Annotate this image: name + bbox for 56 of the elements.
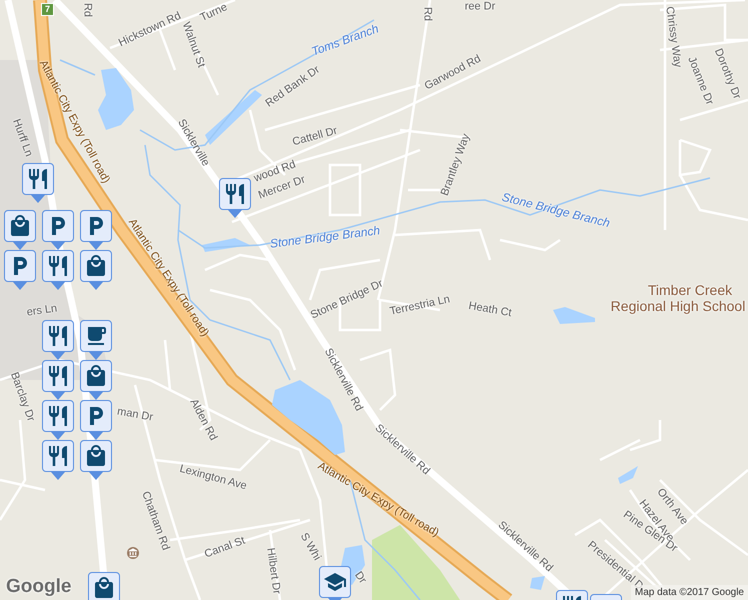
- fork-knife-icon: [46, 404, 70, 428]
- street-label: Heath Ct: [468, 300, 512, 320]
- street-label: Alden Rd: [188, 397, 218, 443]
- parking-marker[interactable]: [42, 210, 74, 250]
- shopping-bag-icon: [84, 364, 108, 388]
- fork-knife-icon: [46, 364, 70, 388]
- parking-marker[interactable]: [80, 210, 112, 250]
- fork-knife-icon: [26, 167, 50, 191]
- street-label: Joanne Dr: [685, 55, 715, 107]
- water-label: Stone Bridge Branch: [269, 224, 381, 250]
- street-label: Barclay Dr: [8, 371, 36, 423]
- street-label: man Dr: [116, 406, 154, 424]
- street-label: ers Ln: [26, 303, 58, 319]
- water-label: Toms Branch: [310, 22, 380, 58]
- street-label: Stone Bridge Dr: [309, 278, 385, 322]
- fork-knife-icon: [46, 324, 70, 348]
- shopping-marker[interactable]: [80, 440, 112, 480]
- pond: [202, 238, 250, 252]
- fork-knife-icon: [46, 444, 70, 468]
- route-shield: 7: [41, 3, 54, 16]
- place-label: Regional High School: [610, 299, 746, 313]
- street-label: Hilbert Dr: [264, 547, 282, 595]
- pond: [98, 68, 134, 130]
- shopping-marker[interactable]: [80, 250, 112, 290]
- cafe-marker[interactable]: [80, 320, 112, 360]
- shopping-marker[interactable]: [88, 572, 120, 600]
- street-label: ree Dr: [464, 2, 496, 12]
- map-view[interactable]: [0, 0, 748, 600]
- map-attribution: Map data ©2017 Google: [630, 585, 748, 600]
- fork-knife-icon: [46, 254, 70, 278]
- parking-marker[interactable]: [80, 400, 112, 440]
- street-label: Terrestria Ln: [388, 294, 452, 318]
- pond: [618, 466, 638, 484]
- museum-icon: [127, 547, 139, 559]
- shopping-bag-icon: [84, 254, 108, 278]
- pond: [553, 307, 595, 324]
- street-label: Rd: [82, 2, 92, 18]
- shopping-bag-icon: [8, 214, 32, 238]
- shopping-bag-icon: [92, 576, 116, 600]
- street-label: Dr: [352, 570, 368, 586]
- google-logo: Google: [6, 577, 72, 596]
- street-label: Canal St: [203, 536, 247, 560]
- parking-marker[interactable]: [4, 250, 36, 290]
- street-label: Chrissy Way: [663, 6, 683, 68]
- street-label: Rd: [422, 6, 432, 22]
- school-marker[interactable]: [319, 566, 351, 600]
- graduation-cap-icon: [323, 570, 347, 594]
- water-label: Stone Bridge Branch: [500, 190, 612, 230]
- street-label: Hurff Ln: [10, 118, 34, 158]
- fork-knife-icon: [223, 182, 247, 206]
- shopping-marker[interactable]: [4, 210, 36, 250]
- place-label: Timber Creek: [648, 283, 732, 297]
- pond: [530, 576, 545, 590]
- shopping-marker[interactable]: [80, 360, 112, 400]
- street-label: Cattell Dr: [291, 126, 339, 148]
- shopping-bag-icon: [84, 444, 108, 468]
